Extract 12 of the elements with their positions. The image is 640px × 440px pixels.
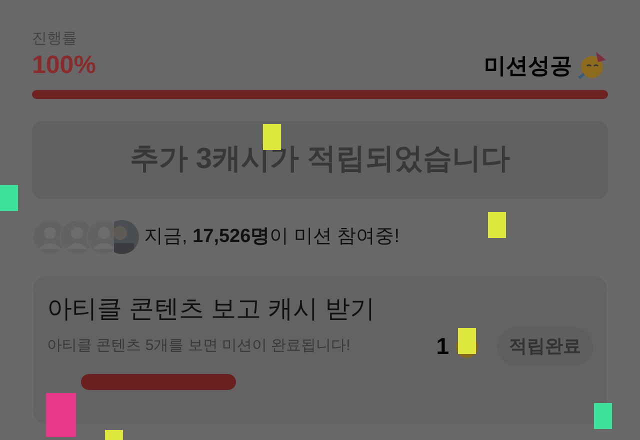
mission-title: 아티클 콘텐츠 보고 캐시 받기 [47,294,376,325]
participants-text: 지금, 17,526명이 미션 참여중! [144,224,400,248]
confetti-piece [0,185,18,211]
mission-status: 미션성공 [484,52,572,80]
confetti-piece [488,212,506,238]
confetti-piece [105,430,123,440]
confetti-piece [46,393,76,437]
confetti-piece [458,328,476,354]
confetti-piece [594,403,612,429]
party-face-icon [578,50,608,80]
reward-amount: 1 [436,332,449,362]
progress-value: 100% [32,50,96,81]
